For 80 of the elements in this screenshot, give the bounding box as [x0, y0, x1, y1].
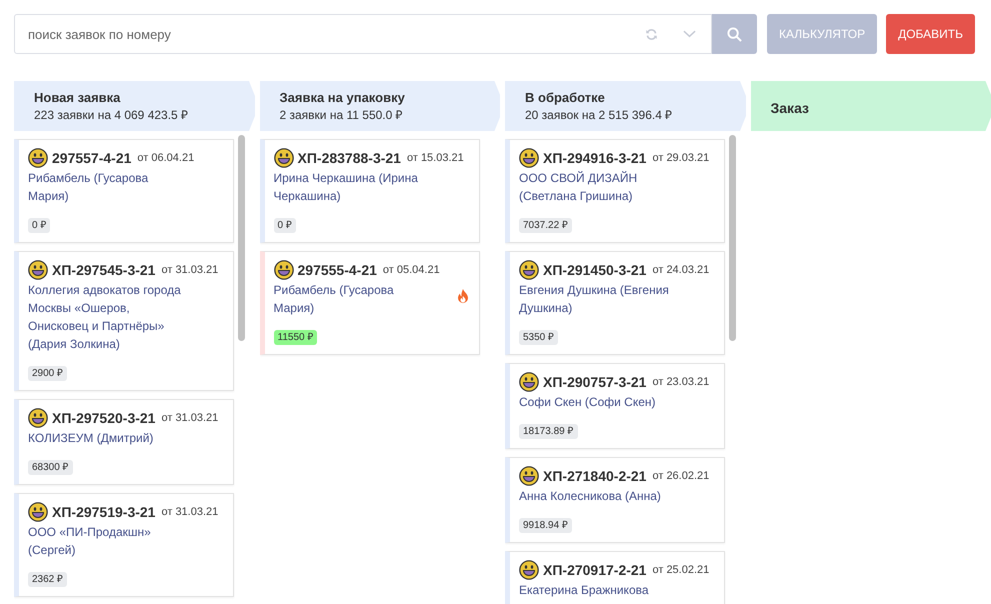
order-date: от 23.03.21 [652, 376, 710, 388]
order-date: от 05.04.21 [382, 264, 440, 276]
column-summary: 20 заявок на 2 515 396.4 ₽ [525, 107, 674, 124]
order-number: 297555-4-21 [298, 262, 377, 278]
order-number: ХП-271840-2-21 [543, 468, 646, 484]
order-number: ХП-291450-3-21 [543, 262, 646, 278]
amount-badge: 0 ₽ [28, 218, 50, 233]
client-name: Екатерина Бражникова [519, 582, 649, 599]
order-date: от 25.02.21 [652, 564, 710, 576]
client-name: КОЛИЗЕУМ (Дмитрий) [28, 430, 154, 447]
amount-badge: 2362 ₽ [28, 572, 68, 587]
amount-badge: 68300 ₽ [28, 460, 73, 475]
smiley-icon [519, 372, 539, 392]
scrollbar[interactable] [729, 135, 736, 341]
column-title: Заказ [770, 99, 810, 117]
chevron-down-icon[interactable] [683, 30, 696, 38]
order-date: от 31.03.21 [161, 506, 218, 518]
smiley-icon [519, 560, 539, 580]
column-summary: 223 заявки на 4 069 423.5 ₽ [34, 107, 190, 124]
order-card[interactable]: ХП-297519-3-21 от 31.03.21 ООО «ПИ-Продакшн» (Сергей) 2362 ₽ [14, 493, 234, 597]
smiley-icon [519, 260, 539, 280]
order-date: от 31.03.21 [161, 412, 218, 424]
amount-badge: 9918.94 ₽ [519, 518, 572, 533]
smiley-icon [274, 148, 294, 168]
column-title: Заявка на упаковку [280, 89, 406, 107]
order-number: ХП-283788-3-21 [298, 150, 401, 166]
order-number: ХП-270917-2-21 [543, 562, 646, 578]
order-number: 297557-4-21 [52, 150, 132, 166]
smiley-icon [519, 466, 539, 486]
search-field[interactable]: поиск заявок по номеру [14, 14, 712, 54]
client-name: Рибамбель (Гусарова Мария) [274, 282, 395, 317]
order-date: от 06.04.21 [137, 152, 194, 164]
order-date: от 31.03.21 [161, 264, 218, 276]
search-icon [727, 26, 742, 42]
search-button[interactable] [712, 14, 758, 54]
amount-badge: 2900 ₽ [28, 366, 68, 381]
amount-badge: 7037.22 ₽ [519, 218, 572, 233]
order-date: от 29.03.21 [652, 152, 710, 164]
amount-badge: 5350 ₽ [519, 330, 558, 345]
smiley-icon [28, 260, 48, 280]
scrollbar[interactable] [238, 135, 245, 341]
amount-badge: 18173.89 ₽ [519, 424, 578, 439]
order-number: ХП-290757-3-21 [543, 374, 646, 390]
client-name: Евгения Душкина (Евгения Душкина) [519, 282, 670, 317]
order-card[interactable]: 297557-4-21 от 06.04.21 Рибамбель (Гусарова Мария) 0 ₽ [14, 139, 234, 243]
client-name: Анна Колесникова (Анна) [519, 488, 661, 505]
refresh-icon[interactable] [645, 28, 658, 41]
order-card[interactable]: ХП-297520-3-21 от 31.03.21 КОЛИЗЕУМ (Дмитрий) 68300 ₽ [14, 399, 234, 485]
order-card[interactable]: ХП-290757-3-21 от 23.03.21 Софи Скен (Софи Скен) 18173.89 ₽ [505, 363, 725, 449]
client-name: ООО СВОЙ ДИЗАЙН (Светлана Гришина) [519, 170, 638, 205]
smiley-icon [519, 148, 539, 168]
client-name: ООО «ПИ-Продакшн» (Сергей) [28, 524, 152, 559]
order-card[interactable]: ХП-270917-2-21 от 25.02.21 Екатерина Бражникова [505, 551, 725, 604]
amount-badge: 0 ₽ [274, 218, 296, 233]
smiley-icon [28, 408, 48, 428]
smiley-icon [28, 148, 48, 168]
order-number: ХП-297519-3-21 [52, 504, 156, 520]
order-card[interactable]: 297555-4-21 от 05.04.21 Рибамбель (Гусарова Мария) 11550 ₽ [260, 251, 480, 355]
order-number: ХП-294916-3-21 [543, 150, 646, 166]
column-title: Новая заявка [34, 89, 122, 107]
client-name: Коллегия адвокатов города Москвы «Ошеров, Онисковец и Партнёры» (Дария Золкина) [28, 282, 182, 353]
order-date: от 26.02.21 [652, 470, 710, 482]
order-card[interactable]: ХП-271840-2-21 от 26.02.21 Анна Колесникова (Анна) 9918.94 ₽ [505, 457, 725, 543]
order-card[interactable]: ХП-297545-3-21 от 31.03.21 Коллегия адвокатов города Москвы «Ошеров, Онисковец и Партнёры» (Дария Золкина) 2900 ₽ [14, 251, 234, 391]
client-name: Софи Скен (Софи Скен) [519, 394, 656, 411]
column-title: В обработке [525, 89, 606, 107]
order-card[interactable]: ХП-283788-3-21 от 15.03.21 Ирина Черкашина (Ирина Черкашина) 0 ₽ [260, 139, 480, 243]
smiley-icon [274, 260, 294, 280]
order-number: ХП-297520-3-21 [52, 410, 156, 426]
order-date: от 15.03.21 [406, 152, 464, 164]
order-card[interactable]: ХП-294916-3-21 от 29.03.21 ООО СВОЙ ДИЗАЙН (Светлана Гришина) 7037.22 ₽ [505, 139, 725, 243]
order-number: ХП-297545-3-21 [52, 262, 156, 278]
amount-badge: 11550 ₽ [274, 330, 318, 345]
action-button[interactable]: ДОБАВИТЬ [886, 14, 975, 54]
order-card[interactable]: ХП-291450-3-21 от 24.03.21 Евгения Душкина (Евгения Душкина) 5350 ₽ [505, 251, 725, 355]
order-date: от 24.03.21 [652, 264, 710, 276]
smiley-icon [28, 502, 48, 522]
client-name: Ирина Черкашина (Ирина Черкашина) [274, 170, 419, 205]
client-name: Рибамбель (Гусарова Мария) [28, 170, 150, 205]
column-summary: 2 заявки на 11 550.0 ₽ [280, 107, 404, 124]
